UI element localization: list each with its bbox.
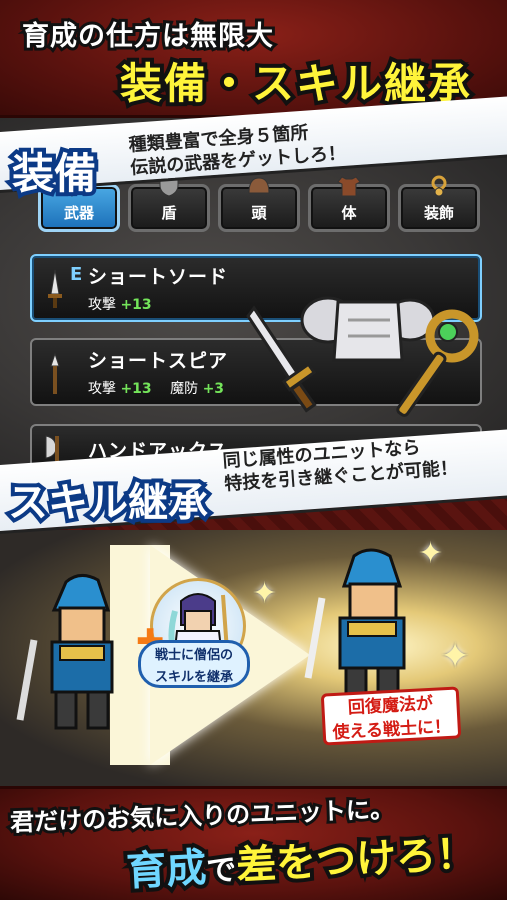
tab-shield[interactable]: 盾 [128, 176, 210, 232]
skill-badge: スキル継承 [4, 476, 212, 530]
sparkle-icon: ✦ [440, 636, 471, 677]
result-label: 回復魔法が 使える戦士に！ [320, 686, 462, 746]
stat-value: +3 [202, 381, 225, 397]
tab-label: 装飾 [423, 204, 454, 222]
stat-label: 攻撃 [88, 297, 116, 313]
equipped-mark: E [70, 264, 83, 285]
staff-icon [396, 309, 479, 417]
sparkle-icon: ✦ [252, 576, 278, 611]
item-stats: 攻撃 +13 魔防 +3 [88, 378, 238, 398]
bubble-line: 戦士に僧侶の [154, 648, 233, 663]
stat-label: 魔防 [170, 381, 199, 397]
stat-value: +13 [120, 297, 152, 313]
tab-label: 体 [341, 204, 357, 222]
helmet-icon [248, 177, 270, 194]
tab-body[interactable]: 体 [308, 176, 390, 232]
tab-label: 武器 [63, 204, 94, 222]
dagger-icon [48, 269, 62, 308]
inherit-bubble: 戦士に僧侶の スキルを継承 [138, 640, 250, 688]
tab-label: 盾 [161, 204, 177, 222]
item-name: ショートスピア [88, 350, 229, 372]
spear-icon [50, 352, 60, 394]
stat-label: 攻撃 [88, 381, 116, 397]
equip-badge: 装備 [8, 145, 100, 202]
tab-accessory[interactable]: 装飾 [398, 175, 480, 232]
tab-head[interactable]: 頭 [218, 177, 300, 232]
footer-word: で [202, 848, 242, 893]
armor-icon [337, 176, 361, 197]
footer-word: 育成 [121, 841, 211, 899]
amulet-icon [431, 175, 447, 197]
stat-value: +13 [120, 381, 152, 397]
item-name: ショートソード [88, 266, 229, 288]
tab-label: 頭 [251, 204, 267, 222]
promo-screenshot: 育成の仕方は無限大 装備・スキル継承 武器 盾 頭 体 装飾 E ショートソード… [0, 0, 507, 900]
item-stats: 攻撃 +13 [88, 294, 166, 314]
warrior-sprite [16, 574, 114, 730]
bubble-line: スキルを継承 [154, 670, 233, 685]
sparkle-icon: ✦ [418, 536, 444, 571]
footer-word: 差をつけろ！ [231, 827, 481, 893]
tagline: 育成の仕方は無限大 [19, 18, 276, 55]
